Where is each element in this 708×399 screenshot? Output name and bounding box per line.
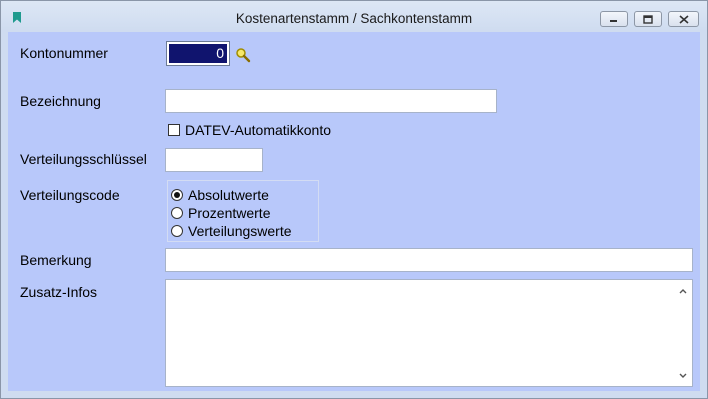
title-bar[interactable]: Kostenartenstamm / Sachkontenstamm xyxy=(1,1,707,31)
radio-verteilungswerte[interactable] xyxy=(171,225,183,237)
bezeichnung-input[interactable] xyxy=(165,89,497,113)
verteilungsschluessel-label: Verteilungsschlüssel xyxy=(20,151,147,167)
radio-verteilungswerte-label[interactable]: Verteilungswerte xyxy=(188,223,292,239)
bezeichnung-label: Bezeichnung xyxy=(20,93,101,109)
minimize-icon xyxy=(610,20,617,22)
maximize-icon xyxy=(643,14,653,24)
form-area: Kontonummer 0 Bezeichnung DATEV-Automati… xyxy=(8,32,700,391)
verteilungsschluessel-input[interactable] xyxy=(165,148,263,172)
kontonummer-value: 0 xyxy=(169,44,227,63)
magnifier-icon[interactable] xyxy=(235,47,251,63)
minimize-button[interactable] xyxy=(600,11,628,27)
radio-absolutwerte-label[interactable]: Absolutwerte xyxy=(188,187,269,203)
verteilungscode-label: Verteilungscode xyxy=(20,187,120,203)
bemerkung-label: Bemerkung xyxy=(20,252,92,268)
radio-prozentwerte[interactable] xyxy=(171,207,183,219)
bemerkung-input[interactable] xyxy=(165,248,693,272)
kontonummer-label: Kontonummer xyxy=(20,45,108,61)
zusatz-infos-textarea[interactable] xyxy=(165,279,693,387)
scroll-up-icon[interactable] xyxy=(678,287,688,295)
verteilungscode-radio-group: Absolutwerte Prozentwerte Verteilungswer… xyxy=(167,180,319,242)
maximize-button[interactable] xyxy=(634,11,662,27)
radio-absolutwerte[interactable] xyxy=(171,189,183,201)
close-button[interactable] xyxy=(668,11,699,27)
close-icon xyxy=(678,14,689,24)
scroll-down-icon[interactable] xyxy=(678,372,688,380)
radio-prozentwerte-label[interactable]: Prozentwerte xyxy=(188,205,270,221)
kontonummer-field[interactable]: 0 xyxy=(166,41,230,66)
datev-checkbox-label[interactable]: DATEV-Automatikkonto xyxy=(185,122,331,138)
datev-checkbox[interactable] xyxy=(168,124,180,136)
window: Kostenartenstamm / Sachkontenstamm Konto… xyxy=(0,0,708,399)
zusatz-infos-label: Zusatz-Infos xyxy=(20,284,98,300)
